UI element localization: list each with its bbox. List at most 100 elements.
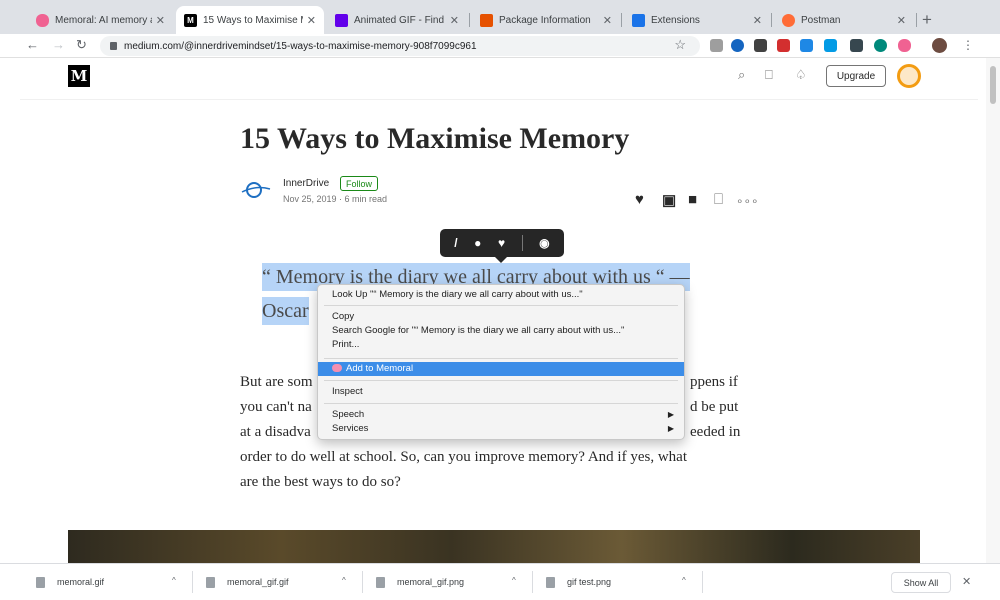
scrollbar-thumb[interactable] (990, 66, 996, 104)
search-icon[interactable]: ⌕ (738, 67, 745, 83)
tab-extensions[interactable]: Extensions ✕ (624, 6, 770, 34)
profile-avatar[interactable] (932, 38, 947, 53)
innerdrive-logo-icon[interactable] (240, 179, 272, 201)
menu-item-speech[interactable]: Speech ▶ (318, 408, 684, 422)
close-icon[interactable]: ✕ (156, 14, 165, 27)
menu-item-add-to-memoral[interactable]: Add to Memoral (318, 362, 684, 376)
extension-icon[interactable] (710, 39, 723, 52)
tab-strip: Memoral: AI memory a ✕ M 15 Ways to Maxi… (0, 0, 1000, 34)
article-hero-image (68, 530, 920, 563)
menu-item-label: Speech (332, 409, 365, 420)
download-separator (362, 571, 363, 593)
download-filename: memoral_gif.png (397, 577, 465, 587)
extension-icon[interactable] (731, 39, 744, 52)
download-item[interactable]: gif test.png (546, 572, 611, 592)
giphy-icon (335, 13, 348, 27)
paragraph-line: order to do well at school. So, can you … (240, 449, 687, 465)
follow-button[interactable]: Follow (340, 176, 379, 191)
download-item[interactable]: memoral_gif.png (376, 572, 464, 592)
tab-separator (469, 13, 470, 27)
highlight-pen-icon[interactable]: / (454, 236, 457, 250)
star-icon[interactable]: ☆ (674, 37, 686, 53)
medium-logo[interactable]: M (68, 65, 90, 87)
extension-icon[interactable] (777, 39, 790, 52)
context-menu: Look Up "“ Memory is the diary we all ca… (317, 284, 685, 440)
back-arrow-icon[interactable]: ← (26, 37, 39, 52)
chevron-up-icon[interactable]: ^ (342, 576, 346, 585)
extension-icon[interactable] (800, 39, 813, 52)
download-filename: gif test.png (567, 577, 612, 587)
download-filename: memoral.gif (57, 577, 105, 587)
paragraph-line: eeded in (690, 424, 741, 440)
bookmark-icon[interactable]: ⎕ (765, 67, 773, 83)
forward-arrow-icon[interactable]: → (52, 37, 65, 52)
linkedin-icon[interactable]: ▣ (662, 191, 676, 209)
close-icon[interactable]: ✕ (753, 14, 762, 27)
address-bar[interactable]: medium.com/@innerdrivemindset/15-ways-to… (100, 36, 700, 56)
tab-postman[interactable]: Postman ✕ (774, 6, 914, 34)
tab-separator (916, 13, 917, 27)
file-icon (206, 576, 215, 588)
tab-memoral[interactable]: Memoral: AI memory a ✕ (28, 6, 173, 34)
author-name[interactable]: InnerDrive (283, 178, 329, 189)
tab-separator (771, 13, 772, 27)
reload-icon[interactable]: ↻ (76, 37, 87, 53)
user-avatar[interactable] (897, 64, 921, 88)
tab-package-information[interactable]: Package Information ✕ (472, 6, 620, 34)
menu-item-copy[interactable]: Copy (318, 310, 684, 324)
close-icon[interactable]: ✕ (307, 14, 316, 27)
article-title: 15 Ways to Maximise Memory (240, 122, 630, 155)
more-horizontal-icon[interactable]: ∘∘∘ (736, 194, 759, 208)
comment-icon[interactable]: ● (474, 236, 481, 250)
brain-icon (36, 13, 49, 27)
highlight-toolbar: / ● ♥ ◉ (440, 229, 564, 257)
close-icon[interactable]: ✕ (603, 14, 612, 27)
download-separator (702, 571, 703, 593)
new-tab-icon[interactable]: + (922, 10, 932, 30)
close-icon[interactable]: ✕ (962, 575, 971, 588)
download-separator (192, 571, 193, 593)
close-icon[interactable]: ✕ (450, 14, 459, 27)
facebook-icon[interactable]: ■ (688, 191, 697, 208)
close-icon[interactable]: ✕ (897, 14, 906, 27)
menu-separator (324, 380, 678, 381)
more-vertical-icon[interactable]: ⋮ (962, 38, 974, 52)
url-text: medium.com/@innerdrivemindset/15-ways-to… (124, 40, 477, 52)
chevron-up-icon[interactable]: ^ (172, 576, 176, 585)
paragraph-line: you can't na (240, 399, 312, 415)
scrollbar-track[interactable] (986, 58, 1000, 563)
menu-item-print[interactable]: Print... (318, 338, 684, 352)
toolbar-divider (521, 235, 523, 251)
tab-title: Memoral: AI memory a (55, 14, 152, 26)
download-item[interactable]: memoral.gif (36, 572, 104, 592)
extension-icon[interactable] (850, 39, 863, 52)
menu-item-services[interactable]: Services ▶ (318, 422, 684, 436)
menu-item-inspect[interactable]: Inspect (318, 385, 684, 399)
private-note-icon[interactable]: ◉ (539, 236, 549, 250)
show-all-button[interactable]: Show All (891, 572, 951, 593)
menu-item-label: Services (332, 423, 369, 434)
menu-item-look-up[interactable]: Look Up "“ Memory is the diary we all ca… (318, 288, 684, 302)
chevron-right-icon: ▶ (667, 410, 674, 419)
menu-item-search-google[interactable]: Search Google for "“ Memory is the diary… (318, 324, 684, 338)
chevron-up-icon[interactable]: ^ (682, 576, 686, 585)
paragraph-line: are the best ways to do so? (240, 474, 401, 490)
extension-icon[interactable] (874, 39, 887, 52)
tab-medium-article[interactable]: M 15 Ways to Maximise M ✕ (176, 6, 324, 34)
extension-icon[interactable] (754, 39, 767, 52)
bookmark-icon[interactable]: ⎕ (714, 191, 723, 208)
chevron-up-icon[interactable]: ^ (512, 576, 516, 585)
tab-giphy[interactable]: Animated GIF - Find & ✕ (327, 6, 467, 34)
download-separator (532, 571, 533, 593)
package-icon (480, 13, 493, 27)
twitter-icon[interactable]: ♥ (635, 191, 644, 208)
menu-item-label: Add to Memoral (346, 363, 414, 374)
download-item[interactable]: memoral_gif.gif (206, 572, 289, 592)
twitter-icon[interactable]: ♥ (498, 236, 505, 250)
quote-line[interactable]: Oscar (262, 297, 309, 325)
brain-icon[interactable] (898, 39, 911, 52)
extension-icon[interactable] (824, 39, 837, 52)
bell-icon[interactable]: ♤ (795, 67, 807, 83)
menu-separator (324, 305, 678, 306)
upgrade-button[interactable]: Upgrade (826, 65, 886, 87)
